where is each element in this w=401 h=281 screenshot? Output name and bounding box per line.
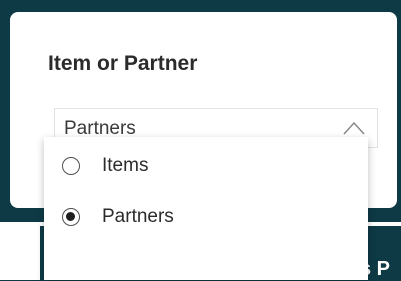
option-label-items: Items	[102, 155, 149, 176]
slicer-title: Item or Partner	[48, 52, 198, 75]
option-partners[interactable]: Partners	[44, 200, 368, 238]
option-items[interactable]: Items	[44, 149, 368, 187]
option-label-partners: Partners	[102, 206, 174, 227]
chevron-up-icon[interactable]	[343, 121, 365, 135]
dropdown-list: Items Partners	[44, 137, 368, 280]
radio-button-items[interactable]	[62, 157, 80, 175]
radio-button-partners[interactable]	[62, 208, 80, 226]
